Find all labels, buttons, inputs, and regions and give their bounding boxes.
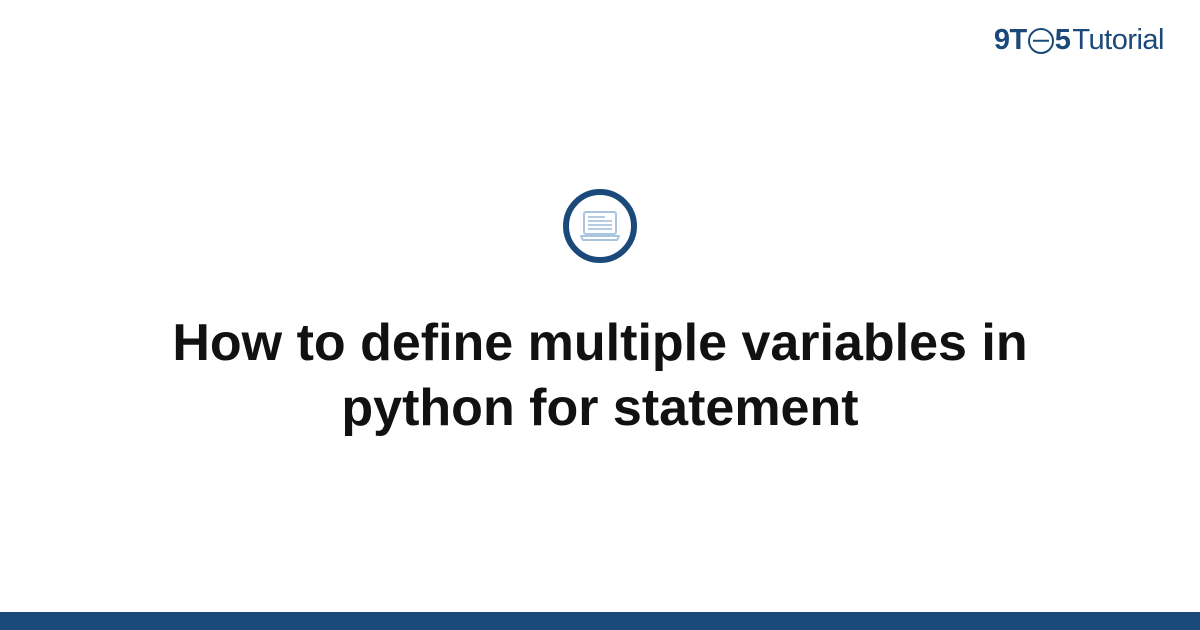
page-title: How to define multiple variables in pyth…	[100, 311, 1100, 441]
laptop-icon	[579, 210, 621, 242]
footer-accent-bar	[0, 612, 1200, 630]
main-content: How to define multiple variables in pyth…	[0, 0, 1200, 630]
hero-icon-circle	[563, 189, 637, 263]
